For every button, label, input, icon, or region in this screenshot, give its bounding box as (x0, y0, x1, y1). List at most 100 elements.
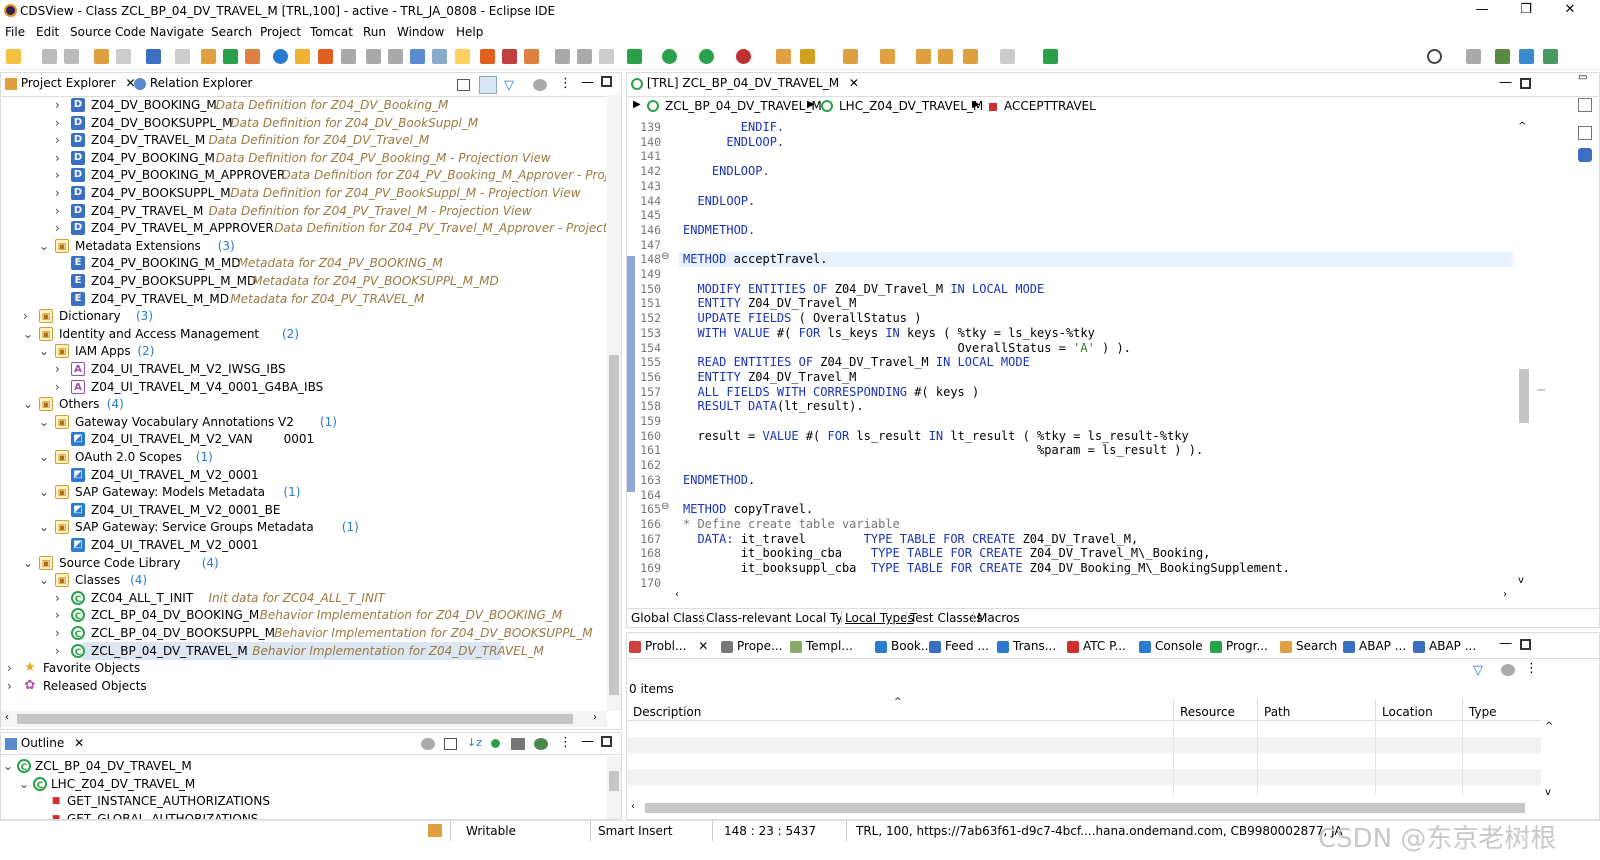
minimize-button[interactable]: — (1462, 2, 1502, 20)
editor-hscrollbar[interactable]: ‹ › (627, 589, 1533, 603)
minimize-view-icon[interactable]: — (581, 75, 594, 90)
expand-toggle-icon[interactable]: ⌄ (39, 448, 49, 466)
menu-navigate[interactable]: Navigate (150, 25, 204, 39)
tab-bottom-view[interactable]: Prope... (721, 639, 782, 653)
tab-test-classes[interactable]: Test Classes (906, 611, 983, 625)
debug-run-icon[interactable] (627, 49, 642, 64)
tree-item[interactable]: ⌄ ▣ Gateway Vocabulary Annotations V2 (1) (1, 413, 606, 431)
tab-bottom-view[interactable]: Trans... (997, 639, 1056, 653)
tab-global-class[interactable]: Global Class (631, 611, 705, 625)
problems-vscrollbar[interactable]: ^ v (1543, 721, 1557, 801)
code-editor[interactable]: 139 ENDIF. 140 ENDLOOP. 141 142 ENDLOOP. 143… (627, 119, 1515, 589)
tab-bottom-view[interactable]: ABAP ... (1413, 639, 1476, 653)
tree-item[interactable]: ◩ Z04_UI_TRAVEL_M_V2_0001 (1, 536, 606, 554)
sort-icon[interactable]: ↓z (467, 736, 482, 749)
maximize-editor-icon[interactable] (1520, 78, 1531, 89)
minimize-editor-icon[interactable]: — (1499, 75, 1512, 90)
outline-item[interactable]: ■ GET_INSTANCE_AUTHORIZATIONS (1, 792, 606, 810)
tree-item[interactable]: ⌄ ▣ Identity and Access Management (2) (1, 325, 606, 343)
tree-item[interactable]: ⌄ ▣ IAM Apps (2) (1, 342, 606, 360)
redo-icon[interactable] (116, 49, 131, 64)
tree-item[interactable]: ⌄ ▣ Source Code Library (4) (1, 554, 606, 572)
tree-item[interactable]: › ★ Favorite Objects (1, 659, 606, 677)
expand-toggle-icon[interactable]: › (55, 131, 60, 149)
tool8-icon[interactable] (555, 49, 570, 64)
tree-item[interactable]: ⌄ ▣ OAuth 2.0 Scopes (1) (1, 448, 606, 466)
check-icon[interactable] (273, 49, 288, 64)
tree-item[interactable]: ⌄ ▣ Classes (4) (1, 571, 606, 589)
hide-fields-icon[interactable] (491, 739, 500, 748)
tool13-icon[interactable] (1043, 49, 1058, 64)
tool11-icon[interactable] (800, 49, 815, 64)
new-icon[interactable] (6, 49, 21, 64)
tree-item[interactable]: › D Z04_DV_BOOKING_M Data Definition for Z0… (1, 96, 606, 114)
expand-toggle-icon[interactable]: ⌄ (39, 571, 49, 589)
hide-static-icon[interactable] (511, 738, 525, 750)
activate-all-icon[interactable] (245, 49, 260, 64)
outline-item[interactable]: ⌄ C ZCL_BP_04_DV_TRAVEL_M (1, 757, 606, 775)
editor-vscroll-thumb[interactable] (1519, 369, 1529, 423)
expand-toggle-icon[interactable]: › (55, 202, 60, 220)
column-description[interactable]: Description (633, 705, 701, 719)
trim-view2-icon[interactable] (1578, 126, 1592, 140)
tool2-icon[interactable] (388, 49, 403, 64)
activate-icon[interactable] (223, 49, 238, 64)
tab-local-types[interactable]: Local Types (841, 611, 914, 625)
tree-item[interactable]: ⌄ ▣ Metadata Extensions (3) (1, 237, 606, 255)
perspective-abap-icon[interactable] (1495, 49, 1510, 64)
open-object-icon[interactable] (146, 49, 161, 64)
expand-toggle-icon[interactable]: › (55, 360, 60, 378)
hide-nonpublic-icon[interactable] (534, 738, 548, 750)
maximize-button[interactable]: ❐ (1506, 2, 1546, 20)
perspective-debug-icon[interactable] (1543, 49, 1558, 64)
scroll-down-icon[interactable]: v (1518, 575, 1524, 586)
external-tools-icon[interactable] (736, 49, 751, 64)
run-config-icon[interactable] (699, 49, 714, 64)
scroll-left-icon[interactable]: ‹ (675, 589, 679, 600)
tool3-icon[interactable] (410, 49, 425, 64)
tool5-icon[interactable] (480, 49, 495, 64)
last-edit-icon[interactable] (916, 49, 931, 64)
tool10-icon[interactable] (776, 49, 791, 64)
menu-tomcat[interactable]: Tomcat (310, 25, 353, 39)
tree-item[interactable]: › D Z04_PV_BOOKING_M_APPROVER Data Definiti… (1, 166, 606, 184)
tree-vscrollbar[interactable] (607, 95, 621, 711)
tab-project-explorer[interactable]: Project Explorer ✕ (5, 76, 136, 90)
scroll-right-icon[interactable]: › (1503, 589, 1507, 600)
tree-vscroll-thumb[interactable] (609, 355, 619, 695)
expand-toggle-icon[interactable]: ⌄ (39, 483, 49, 501)
expand-toggle-icon[interactable]: › (55, 606, 60, 624)
scroll-right-icon[interactable]: › (593, 712, 597, 723)
expand-toggle-icon[interactable]: ⌄ (3, 757, 13, 775)
tree-item[interactable]: E Z04_PV_TRAVEL_M_MD Metadata for Z04_PV_T… (1, 290, 606, 308)
outline-vscrollbar[interactable] (607, 757, 621, 819)
scroll-down-icon[interactable]: v (1545, 787, 1551, 798)
expand-toggle-icon[interactable]: ⌄ (39, 237, 49, 255)
focus-icon[interactable] (533, 79, 547, 91)
tool-icon[interactable] (341, 49, 356, 64)
focus-icon[interactable] (1501, 664, 1515, 676)
fold-toggle-icon[interactable]: ⊖ (661, 501, 669, 512)
maximize-view-icon[interactable] (1520, 639, 1531, 650)
close-icon[interactable]: ✕ (694, 639, 708, 653)
tab-bottom-view[interactable]: Book... (875, 639, 932, 653)
expand-toggle-icon[interactable]: › (7, 677, 12, 695)
breadcrumb-local-class[interactable]: LHC_Z04_DV_TRAVEL_M (839, 99, 983, 113)
collapse-all-icon[interactable] (457, 79, 470, 91)
tab-bottom-view[interactable]: Console (1139, 639, 1203, 653)
expand-toggle-icon[interactable]: › (55, 149, 60, 167)
close-icon[interactable]: ✕ (74, 736, 84, 750)
tree-item[interactable]: › D Z04_DV_BOOKSUPPL_M Data Definition for … (1, 114, 606, 132)
trim-view-icon[interactable] (1578, 98, 1592, 112)
column-location[interactable]: Location (1375, 699, 1433, 721)
show-whitespace-icon[interactable] (599, 49, 614, 64)
tree-item[interactable]: › C ZCL_BP_04_DV_BOOKING_M Behavior Impleme… (1, 606, 606, 624)
tab-bottom-view[interactable]: ABAP ... (1343, 639, 1406, 653)
tree-item[interactable]: › D Z04_PV_TRAVEL_M Data Definition for Z04… (1, 202, 606, 220)
back-icon[interactable] (963, 49, 978, 64)
tree-item[interactable]: › D Z04_PV_BOOKSUPPL_M Data Definition for … (1, 184, 606, 202)
scroll-left-icon[interactable]: ‹ (631, 801, 635, 812)
maximize-view-icon[interactable] (601, 76, 612, 87)
trim-view3-icon[interactable] (1578, 148, 1592, 162)
tree-item[interactable]: ⌄ ▣ SAP Gateway: Models Metadata (1) (1, 483, 606, 501)
